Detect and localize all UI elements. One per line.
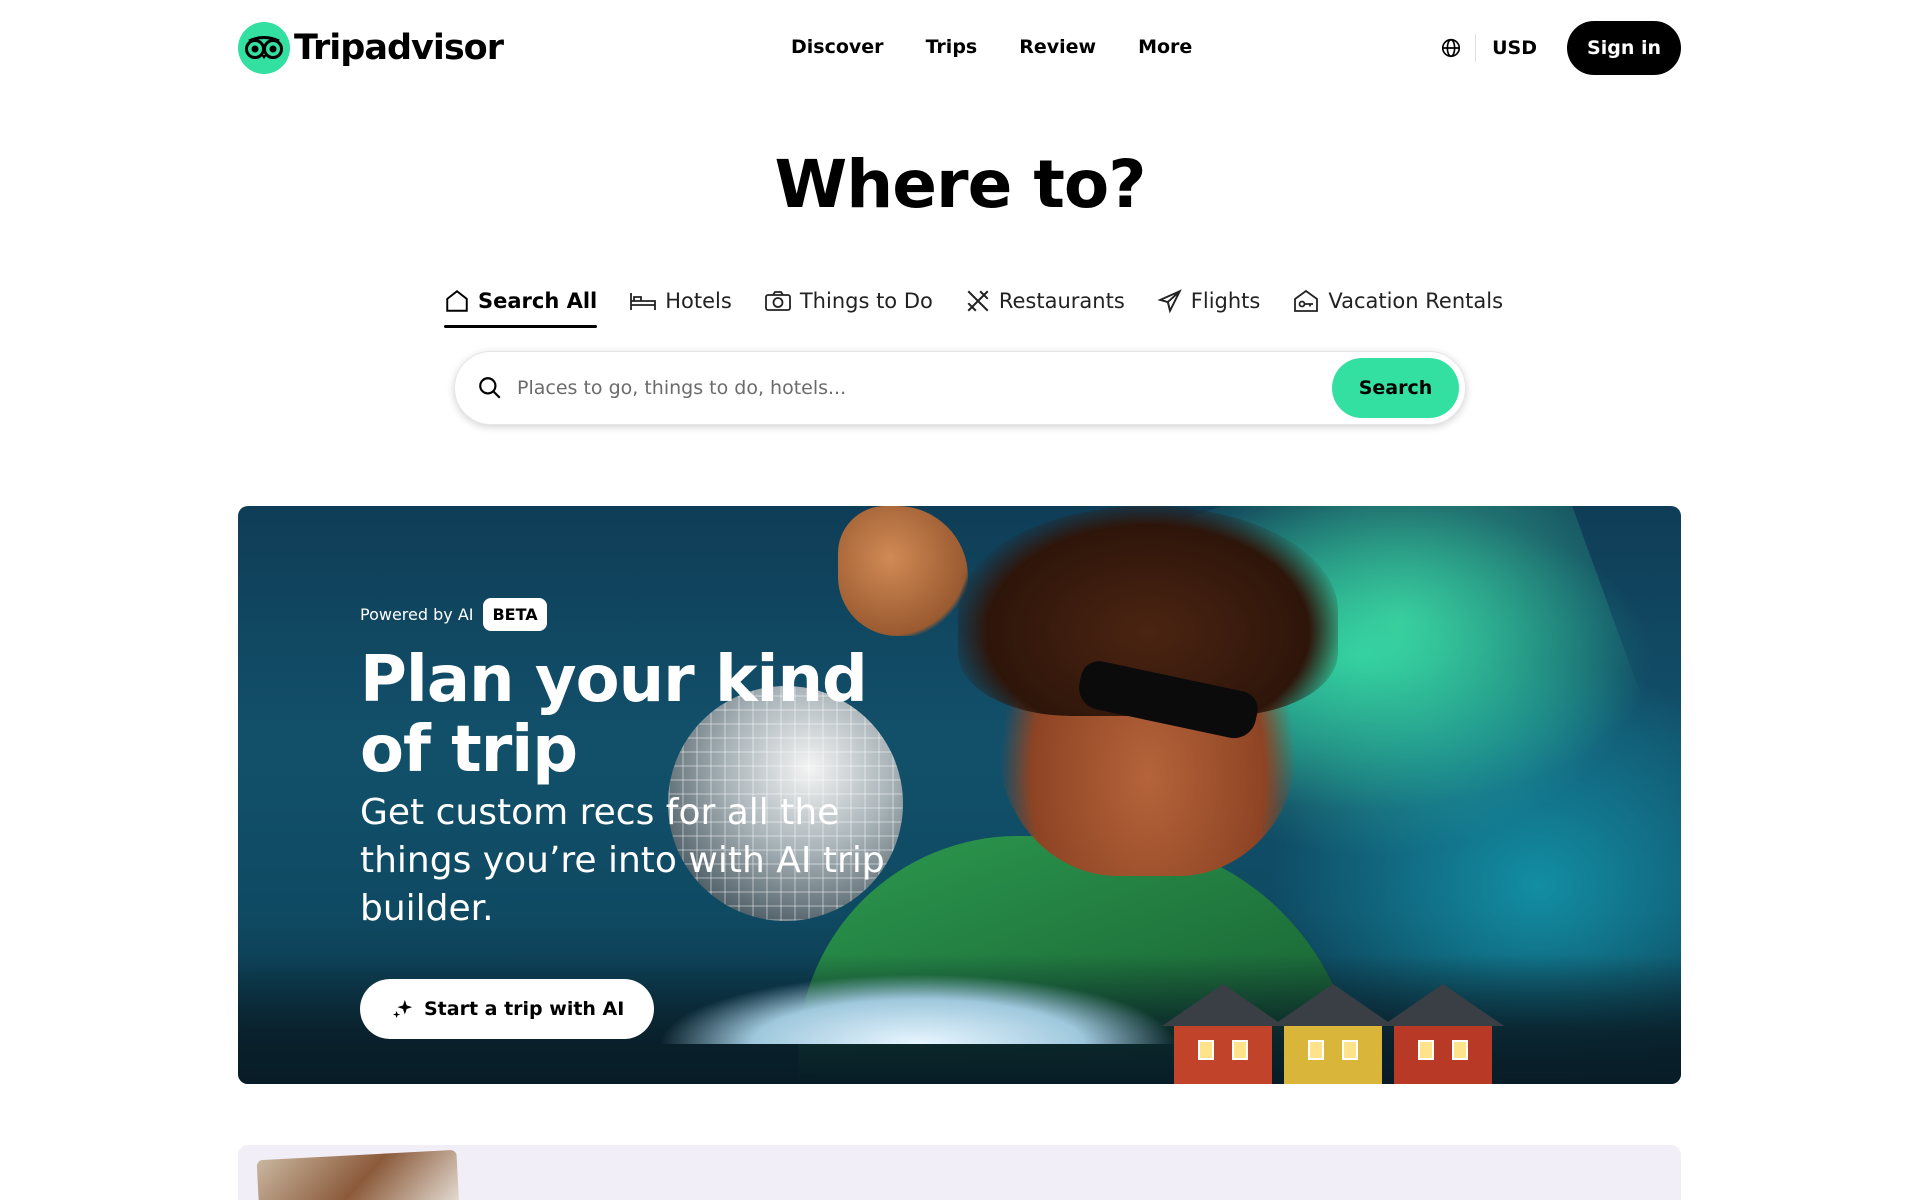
nav-discover[interactable]: Discover (770, 30, 905, 64)
home-icon (446, 290, 468, 312)
tripadvisor-logo[interactable]: Tripadvisor (238, 22, 504, 74)
tab-label: Search All (478, 289, 598, 313)
sign-in-button[interactable]: Sign in (1567, 21, 1681, 75)
nav-trips[interactable]: Trips (905, 30, 999, 64)
tab-label: Restaurants (998, 289, 1125, 313)
powered-by-label: Powered by AI (360, 605, 474, 624)
tab-label: Vacation Rentals (1328, 289, 1504, 313)
header-actions: USD Sign in (1431, 21, 1681, 75)
banner-image-house (1382, 984, 1504, 1084)
tab-label: Hotels (665, 289, 732, 313)
utensils-icon (967, 290, 989, 312)
beta-badge: BETA (483, 598, 547, 631)
bed-icon (630, 293, 657, 310)
start-trip-ai-button[interactable]: Start a trip with AI (360, 979, 655, 1039)
currency-selector[interactable]: USD (1482, 31, 1547, 65)
search-input[interactable] (517, 377, 1332, 399)
page-title: Where to? (774, 146, 1146, 223)
globe-icon (1442, 38, 1461, 58)
camera-icon (764, 291, 791, 311)
owl-logo-icon (238, 22, 290, 74)
tab-hotels[interactable]: Hotels (629, 278, 732, 324)
powered-by-ai: Powered by AI BETA (360, 598, 920, 631)
nav-review[interactable]: Review (998, 30, 1117, 64)
search-tabs: Search All Hotels Things to Do Restauran… (444, 278, 1535, 328)
banner-image-house (1162, 984, 1284, 1084)
search-bar: Search (454, 351, 1466, 425)
banner-content: Powered by AI BETA Plan your kind of tri… (360, 598, 920, 1039)
tab-label: Flights (1190, 289, 1261, 313)
header-divider (1475, 34, 1477, 62)
main-nav: Discover Trips Review More (770, 30, 1213, 64)
house-key-icon (1294, 289, 1319, 312)
tab-vacation-rentals[interactable]: Vacation Rentals (1292, 278, 1503, 324)
plane-icon (1157, 289, 1182, 314)
search-button[interactable]: Search (1332, 358, 1459, 418)
search-icon (475, 373, 505, 403)
tab-search-all[interactable]: Search All (444, 278, 598, 328)
ai-trip-banner: Powered by AI BETA Plan your kind of tri… (238, 506, 1681, 1084)
banner-subtitle: Get custom recs for all the things you’r… (360, 792, 885, 929)
header: Tripadvisor Discover Trips Review More U… (0, 0, 1920, 96)
next-promo-card[interactable] (238, 1145, 1681, 1200)
tab-restaurants[interactable]: Restaurants (965, 278, 1125, 324)
language-button[interactable] (1431, 28, 1471, 68)
next-promo-image (256, 1149, 460, 1200)
tab-flights[interactable]: Flights (1157, 278, 1261, 324)
tab-things-to-do[interactable]: Things to Do (764, 278, 933, 324)
banner-title: Plan your kind of trip (360, 643, 868, 787)
logo-text: Tripadvisor (294, 28, 504, 68)
start-trip-ai-label: Start a trip with AI (424, 998, 625, 1020)
nav-more[interactable]: More (1117, 30, 1213, 64)
banner-image-house (1272, 984, 1394, 1084)
sparkle-icon (392, 999, 413, 1019)
tab-label: Things to Do (799, 289, 933, 313)
